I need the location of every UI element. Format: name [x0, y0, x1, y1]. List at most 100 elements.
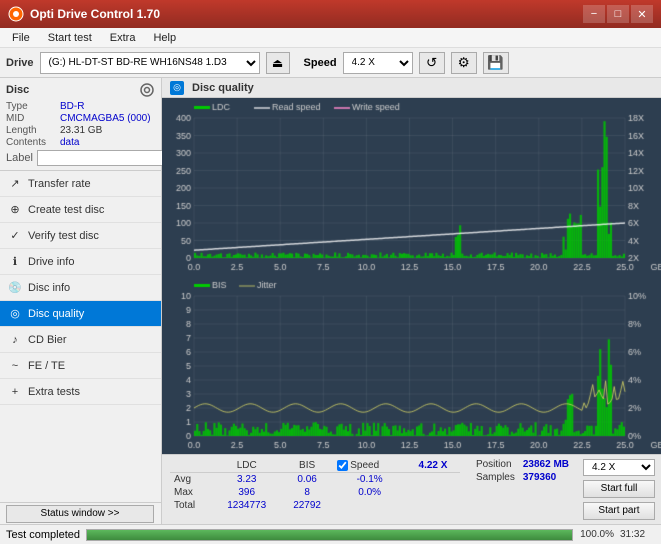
settings-button[interactable]: ⚙ [451, 52, 477, 74]
type-value: BD-R [60, 101, 155, 112]
sidebar-item-verify-test-disc[interactable]: ✓ Verify test disc [0, 223, 161, 249]
disc-info-icon: 💿 [8, 281, 22, 295]
mid-value: CMCMAGBA5 (000) [60, 113, 155, 124]
progress-percent: 100.0% [579, 529, 614, 540]
col-header-ldc: LDC [212, 459, 280, 473]
minimize-button[interactable]: − [583, 5, 605, 23]
jitter-checkbox[interactable] [337, 460, 348, 471]
drive-select[interactable]: (G:) HL-DT-ST BD-RE WH16NS48 1.D3 [40, 52, 260, 74]
transfer-rate-icon: ↗ [8, 177, 22, 191]
speed-label: Speed [304, 57, 337, 69]
label-row: Label 🔍 [6, 150, 155, 166]
contents-label: Contents [6, 137, 56, 148]
sidebar-item-disc-info[interactable]: 💿 Disc info [0, 275, 161, 301]
status-window-button[interactable]: Status window >> [6, 505, 154, 523]
disc-info-panel: Disc Type BD-R MID CMCMAGBA5 (000) Lengt… [0, 78, 161, 171]
drive-bar: Drive (G:) HL-DT-ST BD-RE WH16NS48 1.D3 … [0, 48, 661, 78]
refresh-button[interactable]: ↺ [419, 52, 445, 74]
sidebar-item-extra-tests[interactable]: + Extra tests [0, 379, 161, 405]
max-label: Max [170, 486, 212, 499]
bis-chart-section [162, 276, 661, 454]
content-area: ◎ Disc quality LDC [162, 78, 661, 524]
create-test-disc-icon: ⊕ [8, 203, 22, 217]
length-label: Length [6, 125, 56, 136]
menu-extra[interactable]: Extra [102, 31, 144, 45]
bis-chart [162, 276, 661, 454]
total-label: Total [170, 499, 212, 512]
samples-label: Samples [476, 472, 515, 483]
sidebar-item-create-test-disc[interactable]: ⊕ Create test disc [0, 197, 161, 223]
title-bar-left: Opti Drive Control 1.70 [8, 6, 160, 22]
save-button[interactable]: 💾 [483, 52, 509, 74]
position-value: 23862 MB [523, 459, 569, 470]
jitter-header-label: Speed [350, 460, 379, 471]
total-bis: 22792 [281, 499, 333, 512]
speed-header-value: 4.22 X [419, 460, 448, 471]
disc-panel-title: Disc [6, 84, 29, 96]
menu-start-test[interactable]: Start test [40, 31, 100, 45]
maximize-button[interactable]: □ [607, 5, 629, 23]
status-bar-section: Status window >> [0, 502, 161, 524]
total-ldc: 1234773 [212, 499, 280, 512]
drive-label: Drive [6, 57, 34, 69]
avg-row: Avg 3.23 0.06 -0.1% [170, 473, 460, 487]
sidebar-item-disc-quality[interactable]: ◎ Disc quality [0, 301, 161, 327]
quality-speed-select[interactable]: 4.2 X [583, 459, 655, 476]
sidebar-item-label: Extra tests [28, 386, 80, 398]
fe-te-icon: ~ [8, 359, 22, 373]
status-text: Test completed [6, 529, 80, 541]
label-label: Label [6, 152, 33, 164]
chart-title: Disc quality [192, 82, 254, 94]
label-input[interactable] [37, 150, 171, 166]
avg-label: Avg [170, 473, 212, 487]
mid-label: MID [6, 113, 56, 124]
menu-help[interactable]: Help [145, 31, 184, 45]
elapsed-time: 31:32 [620, 529, 655, 540]
col-header-empty [170, 459, 212, 473]
chart-icon: ◎ [170, 81, 184, 95]
sidebar-item-cd-bier[interactable]: ♪ CD Bier [0, 327, 161, 353]
sidebar-item-transfer-rate[interactable]: ↗ Transfer rate [0, 171, 161, 197]
samples-value: 379360 [523, 472, 569, 483]
app-title: Opti Drive Control 1.70 [30, 7, 160, 21]
stats-data-table: LDC BIS Speed 4.22 X [170, 459, 460, 512]
chart-header: ◎ Disc quality [162, 78, 661, 98]
ldc-chart [162, 98, 661, 276]
cd-bier-icon: ♪ [8, 333, 22, 347]
sidebar-item-label: Drive info [28, 256, 74, 268]
start-part-button[interactable]: Start part [583, 502, 655, 520]
ldc-chart-section [162, 98, 661, 276]
col-header-bis: BIS [281, 459, 333, 473]
sidebar-item-label: CD Bier [28, 334, 67, 346]
progress-row: Test completed 100.0% 31:32 [0, 524, 661, 544]
eject-button[interactable]: ⏏ [266, 52, 290, 74]
disc-panel-icon[interactable] [139, 82, 155, 98]
disc-panel-header: Disc [6, 82, 155, 98]
start-full-button[interactable]: Start full [583, 480, 655, 498]
app-icon [8, 6, 24, 22]
sidebar-item-label: Create test disc [28, 204, 104, 216]
max-ldc: 396 [212, 486, 280, 499]
max-bis: 8 [281, 486, 333, 499]
avg-jitter: -0.1% [333, 473, 406, 487]
bottom-stats: LDC BIS Speed 4.22 X [162, 454, 661, 524]
sidebar-item-fe-te[interactable]: ~ FE / TE [0, 353, 161, 379]
sidebar-item-label: FE / TE [28, 360, 65, 372]
close-button[interactable]: ✕ [631, 5, 653, 23]
menu-file[interactable]: File [4, 31, 38, 45]
title-bar: Opti Drive Control 1.70 − □ ✕ [0, 0, 661, 28]
max-row: Max 396 8 0.0% [170, 486, 460, 499]
window-controls: − □ ✕ [583, 5, 653, 23]
charts-area [162, 98, 661, 454]
col-header-speed: 4.22 X [406, 459, 460, 473]
extra-tests-icon: + [8, 385, 22, 399]
type-label: Type [6, 101, 56, 112]
action-area: 4.2 X Start full Start part [577, 455, 661, 524]
nav-items: ↗ Transfer rate ⊕ Create test disc ✓ Ver… [0, 171, 161, 502]
main-layout: Disc Type BD-R MID CMCMAGBA5 (000) Lengt… [0, 78, 661, 524]
speed-select[interactable]: 4.2 X [343, 52, 413, 74]
stats-table: LDC BIS Speed 4.22 X [162, 455, 468, 524]
progress-bar-fill [87, 530, 572, 540]
sidebar-item-drive-info[interactable]: ℹ Drive info [0, 249, 161, 275]
avg-bis: 0.06 [281, 473, 333, 487]
